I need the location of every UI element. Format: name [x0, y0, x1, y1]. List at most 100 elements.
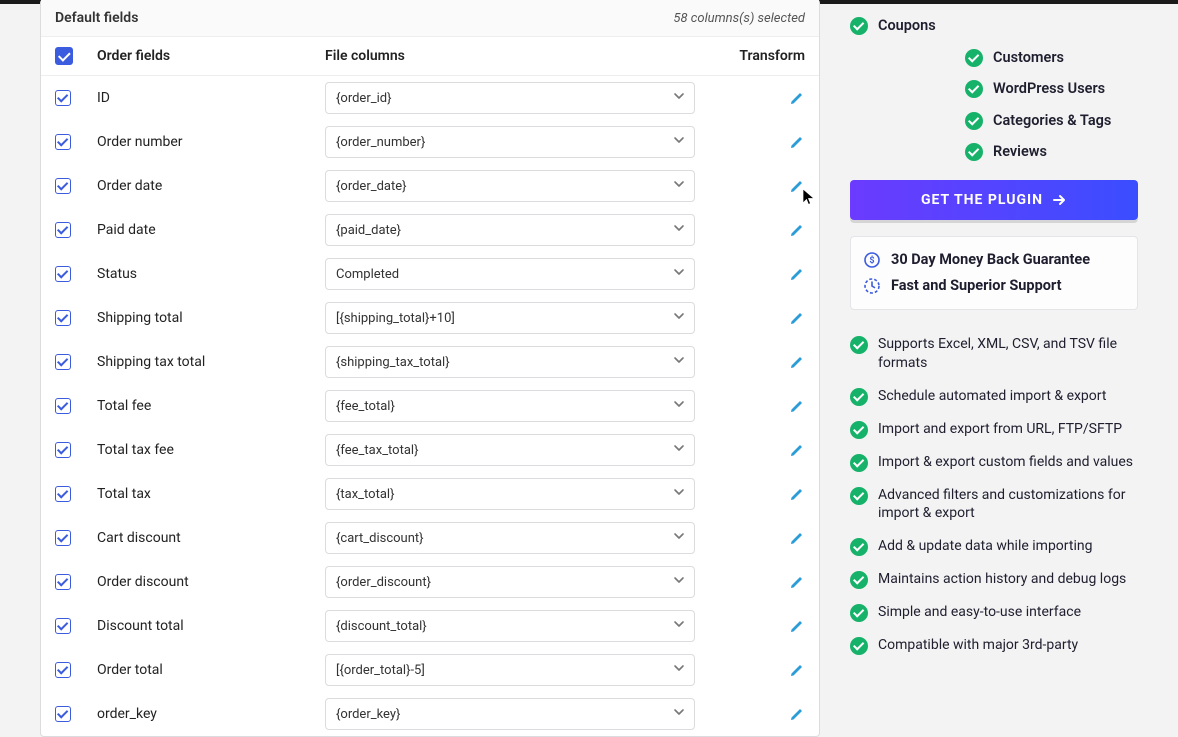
edit-transform-button[interactable] — [789, 134, 805, 150]
table-row: Cart discount{cart_discount} — [41, 516, 819, 560]
row-checkbox[interactable] — [55, 178, 71, 194]
table-row: order_key{order_key} — [41, 692, 819, 736]
feature-item: Advanced filters and customizations for … — [850, 479, 1138, 531]
edit-transform-button[interactable] — [789, 662, 805, 678]
row-checkbox[interactable] — [55, 706, 71, 722]
table-row: Order discount{order_discount} — [41, 560, 819, 604]
edit-transform-button[interactable] — [789, 486, 805, 502]
file-column-select[interactable]: {order_date} — [325, 170, 695, 202]
row-checkbox[interactable] — [55, 310, 71, 326]
edit-transform-button[interactable] — [789, 530, 805, 546]
info-box: $ 30 Day Money Back Guarantee Fast and S… — [850, 236, 1138, 310]
edit-transform-button[interactable] — [789, 178, 805, 194]
edit-transform-button[interactable] — [789, 266, 805, 282]
row-checkbox[interactable] — [55, 90, 71, 106]
side-item-coupons: Coupons — [850, 10, 1138, 42]
feature-item: Supports Excel, XML, CSV, and TSV file f… — [850, 328, 1138, 380]
row-checkbox[interactable] — [55, 442, 71, 458]
edit-transform-button[interactable] — [789, 574, 805, 590]
row-checkbox[interactable] — [55, 354, 71, 370]
edit-transform-button[interactable] — [789, 310, 805, 326]
svg-text:$: $ — [869, 255, 874, 266]
check-icon — [850, 538, 868, 556]
field-label: Total tax — [97, 486, 325, 502]
header-file-columns: File columns — [325, 48, 695, 64]
field-label: Order number — [97, 134, 325, 150]
field-label: Discount total — [97, 618, 325, 634]
table-header: Order fields File columns Transform — [41, 37, 819, 76]
edit-transform-button[interactable] — [789, 398, 805, 414]
side-item: WordPress Users — [850, 73, 1138, 105]
file-column-select[interactable]: {shipping_tax_total} — [325, 346, 695, 378]
row-checkbox[interactable] — [55, 222, 71, 238]
file-column-select[interactable]: {tax_total} — [325, 478, 695, 510]
arrow-right-icon — [1051, 192, 1067, 208]
check-icon — [965, 112, 983, 130]
field-label: ID — [97, 90, 325, 106]
file-column-select[interactable]: {fee_tax_total} — [325, 434, 695, 466]
check-icon — [850, 637, 868, 655]
money-back-icon: $ — [863, 251, 881, 269]
field-label: Order date — [97, 178, 325, 194]
file-column-select[interactable]: Completed — [325, 258, 695, 290]
table-row: Paid date{paid_date} — [41, 208, 819, 252]
header-transform: Transform — [695, 48, 805, 64]
table-row: Order number{order_number} — [41, 120, 819, 164]
row-checkbox[interactable] — [55, 618, 71, 634]
check-icon — [850, 17, 868, 35]
row-checkbox[interactable] — [55, 266, 71, 282]
file-column-select[interactable]: [{order_total}-5] — [325, 654, 695, 686]
edit-transform-button[interactable] — [789, 442, 805, 458]
field-label: order_key — [97, 706, 325, 722]
row-checkbox[interactable] — [55, 134, 71, 150]
field-label: Total fee — [97, 398, 325, 414]
field-label: Paid date — [97, 222, 325, 238]
row-checkbox[interactable] — [55, 574, 71, 590]
table-row: StatusCompleted — [41, 252, 819, 296]
row-checkbox[interactable] — [55, 398, 71, 414]
check-icon — [850, 336, 868, 354]
check-icon — [965, 49, 983, 67]
check-icon — [965, 143, 983, 161]
field-label: Shipping total — [97, 310, 325, 326]
edit-transform-button[interactable] — [789, 222, 805, 238]
table-row: Discount total{discount_total} — [41, 604, 819, 648]
select-all-checkbox[interactable] — [55, 47, 73, 65]
file-column-select[interactable]: {order_number} — [325, 126, 695, 158]
header-order-fields: Order fields — [97, 48, 325, 64]
edit-transform-button[interactable] — [789, 354, 805, 370]
feature-item: Schedule automated import & export — [850, 380, 1138, 413]
file-column-select[interactable]: {fee_total} — [325, 390, 695, 422]
feature-item: Compatible with major 3rd-party — [850, 629, 1138, 662]
table-row: ID{order_id} — [41, 76, 819, 120]
file-column-select[interactable]: {discount_total} — [325, 610, 695, 642]
get-plugin-button[interactable]: GET THE PLUGIN — [850, 180, 1138, 220]
file-column-select[interactable]: [{shipping_total}+10] — [325, 302, 695, 334]
selected-count: 58 columns(s) selected — [673, 11, 805, 26]
edit-transform-button[interactable] — [789, 706, 805, 722]
field-label: Cart discount — [97, 530, 325, 546]
panel-header: Default fields 58 columns(s) selected — [41, 0, 819, 37]
field-label: Order total — [97, 662, 325, 678]
file-column-select[interactable]: {cart_discount} — [325, 522, 695, 554]
feature-item: Simple and easy-to-use interface — [850, 596, 1138, 629]
row-checkbox[interactable] — [55, 530, 71, 546]
guarantee-text: 30 Day Money Back Guarantee — [891, 251, 1090, 268]
table-row: Total tax fee{fee_tax_total} — [41, 428, 819, 472]
check-icon — [850, 604, 868, 622]
row-checkbox[interactable] — [55, 662, 71, 678]
edit-transform-button[interactable] — [789, 618, 805, 634]
side-item: Customers — [850, 42, 1138, 74]
default-fields-panel: Default fields 58 columns(s) selected Or… — [40, 0, 820, 737]
check-icon — [850, 454, 868, 472]
file-column-select[interactable]: {order_id} — [325, 82, 695, 114]
edit-transform-button[interactable] — [789, 90, 805, 106]
row-checkbox[interactable] — [55, 486, 71, 502]
feature-item: Add & update data while importing — [850, 530, 1138, 563]
check-icon — [850, 421, 868, 439]
file-column-select[interactable]: {order_discount} — [325, 566, 695, 598]
support-text: Fast and Superior Support — [891, 277, 1062, 294]
check-icon — [850, 487, 868, 505]
file-column-select[interactable]: {paid_date} — [325, 214, 695, 246]
file-column-select[interactable]: {order_key} — [325, 698, 695, 730]
